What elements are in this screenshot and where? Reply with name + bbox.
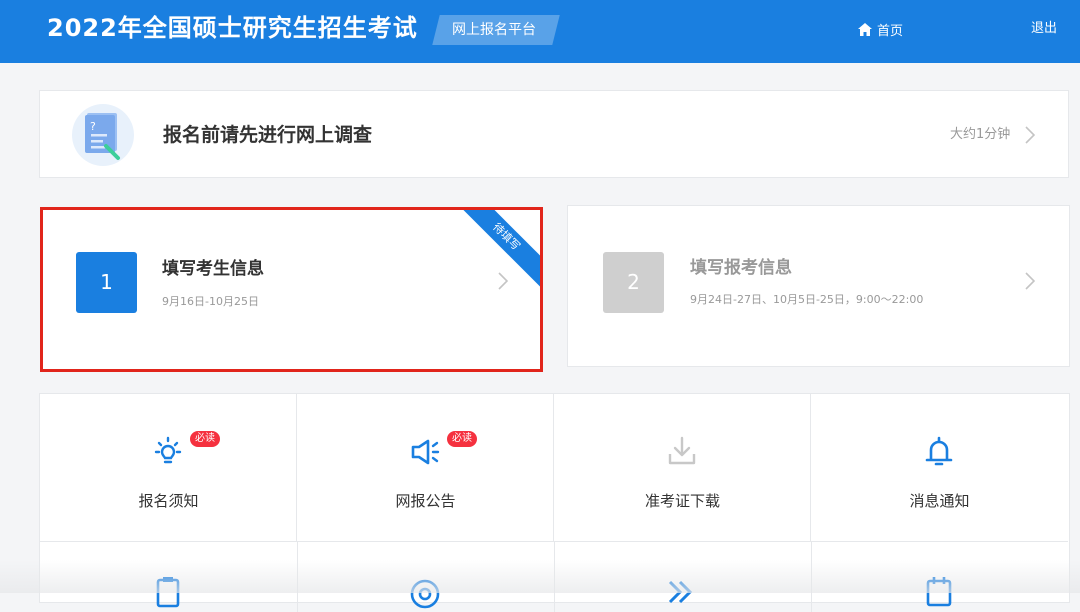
platform-badge: 网上报名平台 [430,15,560,45]
bell-icon [925,436,953,466]
must-read-badge: 必读 [447,431,477,447]
survey-card[interactable]: ? 报名前请先进行网上调查 大约1分钟 [39,90,1069,178]
step-number: 1 [76,252,137,313]
pending-ribbon: 待填写 [448,210,540,295]
grid-item-notifications[interactable]: 消息通知 [811,394,1068,542]
step-date: 9月24日-27日、10月5日-25日，9:00～22:00 [690,293,924,306]
fast-forward-icon [668,580,693,604]
grid-item-row2-1[interactable] [40,542,298,612]
grid-item-label: 准考证下载 [644,492,720,510]
grid-item-row2-3[interactable] [554,542,812,612]
svg-text:?: ? [90,120,96,133]
logout-link[interactable]: 退出 [1031,19,1057,39]
grid-item-admission-ticket-download[interactable]: 准考证下载 [554,394,811,542]
calendar-icon [926,577,952,607]
grid-item-row2-2[interactable] [297,542,555,612]
lightbulb-icon [154,436,182,464]
home-link-label: 首页 [877,23,904,39]
step-card-fill-exam-info[interactable]: 2 填写报考信息 9月24日-27日、10月5日-25日，9:00～22:00 [567,205,1070,367]
step-title: 填写报考信息 [690,258,792,278]
step-date: 9月16日-10月25日 [162,295,259,308]
grid-item-row2-4[interactable] [811,542,1068,612]
step-card-fill-candidate-info[interactable]: 1 填写考生信息 9月16日-10月25日 待填写 [40,207,543,372]
top-header: 2022年全国硕士研究生招生考试 网上报名平台 首页 退出 [0,0,1080,63]
survey-icon: ? [72,104,134,166]
grid-item-registration-notice[interactable]: 必读 报名须知 [40,394,297,542]
grid-item-announcements[interactable]: 必读 网报公告 [297,394,554,542]
home-link[interactable]: 首页 [858,19,903,39]
step-number: 2 [603,252,664,313]
download-icon [668,436,696,465]
chevron-right-icon [1025,126,1035,144]
grid-item-label: 报名须知 [138,492,199,510]
grid-item-label: 网报公告 [395,492,456,510]
step-title: 填写考生信息 [162,259,264,279]
must-read-badge: 必读 [190,431,220,447]
chevron-right-icon [498,272,508,290]
clipboard-icon [156,577,180,608]
platform-badge-label: 网上报名平台 [452,22,536,38]
function-grid: 必读 报名须知 必读 网报公告 准考证下载 消息通知 [39,393,1070,612]
target-icon [410,579,440,609]
chevron-right-icon [1025,272,1035,290]
home-icon [858,22,872,36]
survey-title: 报名前请先进行网上调查 [163,124,373,146]
megaphone-icon [411,439,440,465]
grid-item-label: 消息通知 [909,492,970,510]
survey-duration: 大约1分钟 [950,127,1011,142]
site-title: 2022年全国硕士研究生招生考试 [47,14,418,42]
